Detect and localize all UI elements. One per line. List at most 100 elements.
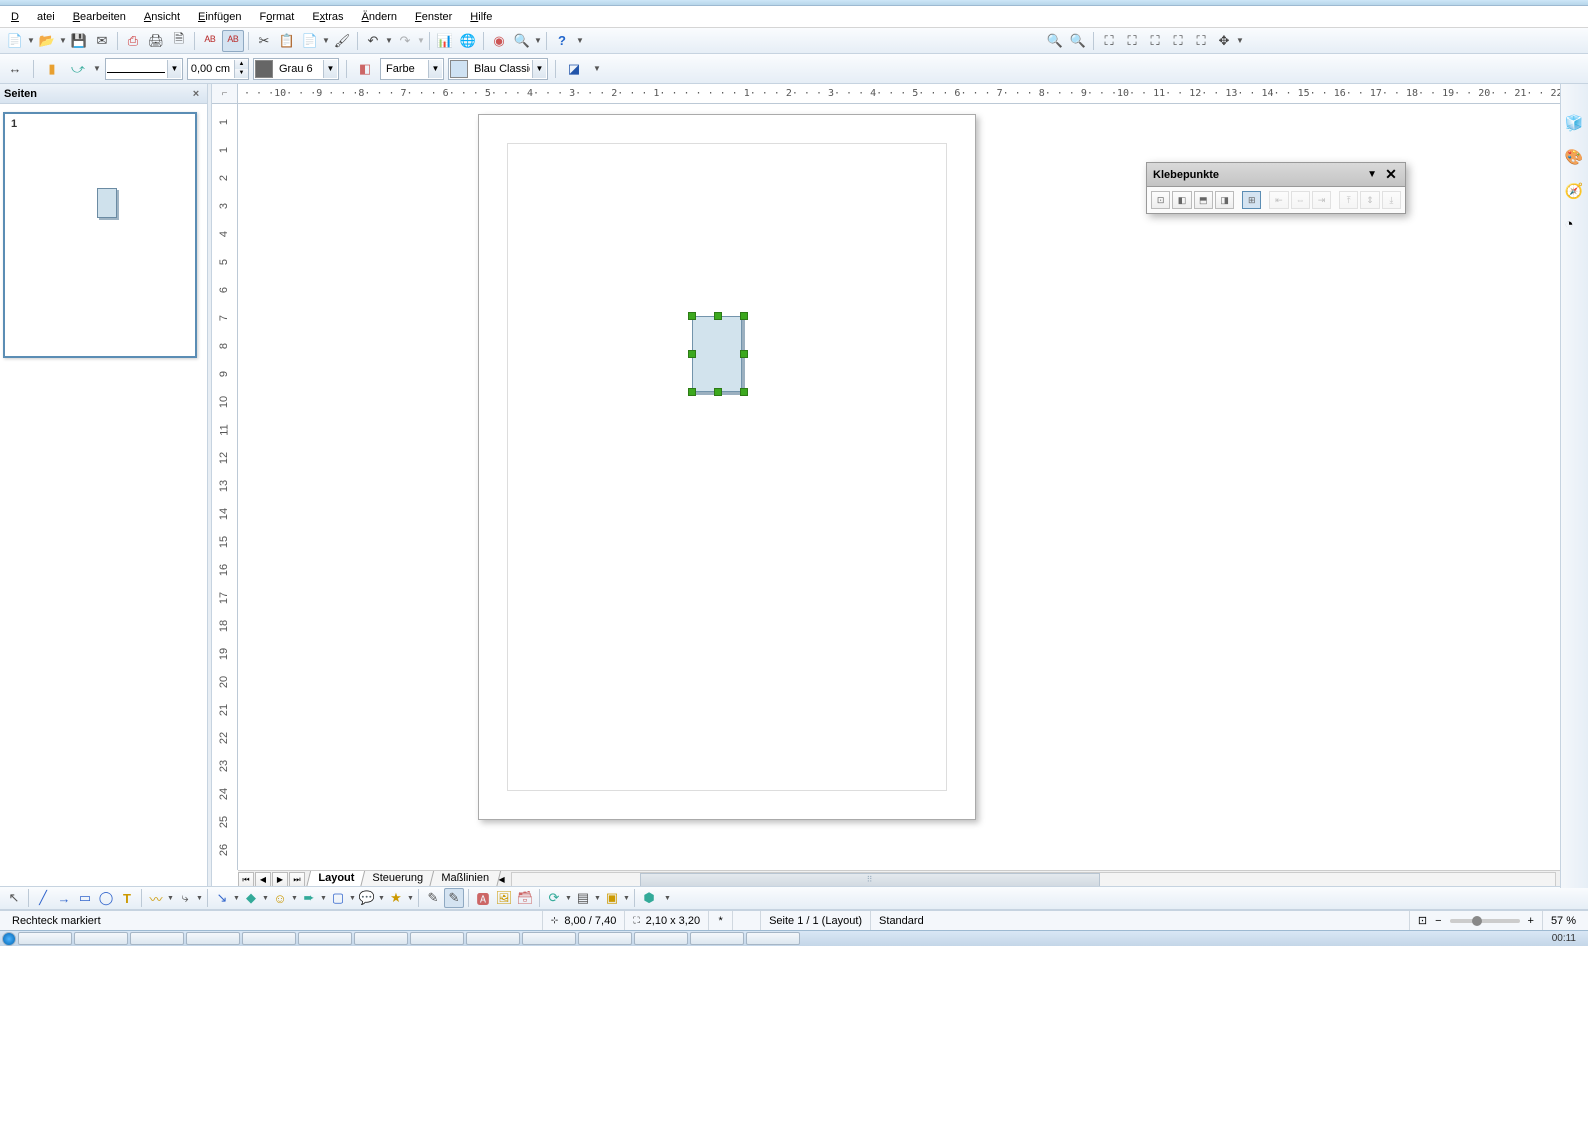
undo-dropdown[interactable]: ▼ [385,30,393,52]
zoom-slider-handle[interactable] [1472,916,1482,926]
horizontal-scrollbar-thumb[interactable]: ⠿ [640,873,1100,887]
redo-dropdown[interactable]: ▼ [417,30,425,52]
lines-arrows-dropdown[interactable]: ▼ [233,895,240,902]
open-button[interactable]: 📂 [36,30,58,52]
properties-panel-icon[interactable]: 🧊 [1565,114,1585,134]
gluepoints-titlebar[interactable]: Klebepunkte ▼ ✕ [1147,163,1405,187]
paste-dropdown[interactable]: ▼ [322,30,330,52]
toolbar2-overflow[interactable]: ▼ [593,58,601,80]
menu-aendern[interactable]: Ändern [353,8,406,26]
glue-valign-bottom-button[interactable]: ⤓ [1382,191,1401,209]
hyperlink-button[interactable]: 🌐 [457,30,479,52]
cut-button[interactable]: ✂ [253,30,275,52]
glue-relative-button[interactable]: ⊞ [1242,191,1261,209]
drawing-canvas[interactable]: Klebepunkte ▼ ✕ ⊡ ◧ ⬒ ◨ ⊞ ⇤ ⇔ ⇥ [238,104,1570,870]
connector-tool[interactable]: ⤷ [175,888,195,908]
status-page[interactable]: Seite 1 / 1 (Layout) [761,911,871,930]
connector-tool-dropdown[interactable]: ▼ [196,895,203,902]
taskbar-app-2[interactable] [18,932,72,945]
curve-tool[interactable]: 〰 [146,888,166,908]
zoom-object-button[interactable]: ⛶ [1190,30,1212,52]
zoom-pan-button[interactable]: ✥ [1213,30,1235,52]
gluepoints-menu-icon[interactable]: ▼ [1367,169,1377,180]
line-width-spinner[interactable]: ▲▼ [187,58,249,80]
rectangle-tool[interactable]: ▭ [75,888,95,908]
symbol-shapes-tool[interactable]: ☺ [270,888,290,908]
menu-datei[interactable]: Datei [2,8,64,26]
ruler-corner[interactable]: ⌐ [212,84,238,104]
callout-dropdown[interactable]: ▼ [378,895,385,902]
taskbar-app-12[interactable] [578,932,632,945]
taskbar-app-13[interactable] [634,932,688,945]
ellipse-tool[interactable]: ◯ [96,888,116,908]
new-doc-button[interactable]: 📄 [4,30,26,52]
area-style-button[interactable]: ◧ [354,58,376,80]
resize-handle-e[interactable] [740,350,748,358]
format-paintbrush-button[interactable]: 🖌 [331,30,353,52]
spellcheck-button[interactable]: ᴬᴮ [199,30,221,52]
vertical-ruler[interactable]: 1123456789101112131415161718192021222324… [212,104,238,870]
taskbar-app-14[interactable] [690,932,744,945]
navigator-button[interactable]: ◉ [488,30,510,52]
basic-shapes-dropdown[interactable]: ▼ [262,895,269,902]
glue-valign-center-button[interactable]: ⇕ [1360,191,1379,209]
zoom-out-icon[interactable]: − [1435,915,1441,927]
redo-button[interactable]: ↷ [394,30,416,52]
resize-handle-w[interactable] [688,350,696,358]
glue-dir-right-button[interactable]: ◨ [1215,191,1234,209]
align-tool[interactable]: ▤ [573,888,593,908]
menu-fenster[interactable]: Fenster [406,8,461,26]
taskbar-app-11[interactable] [522,932,576,945]
taskbar-app-3[interactable] [74,932,128,945]
align-dropdown[interactable]: ▼ [594,895,601,902]
horizontal-ruler[interactable]: · · ·10· · ·9 · · ·8· · · 7· · · 6· · · … [238,84,1570,104]
arrange-tool[interactable]: ▣ [602,888,622,908]
taskbar-clock[interactable]: 00:11 [1552,933,1586,944]
zoom-slider[interactable] [1450,919,1520,923]
menu-extras[interactable]: Extras [303,8,352,26]
callout-tool[interactable]: 💬 [357,888,377,908]
drawing-toolbar-overflow[interactable]: ▼ [664,895,671,902]
taskbar-app-4[interactable] [130,932,184,945]
stars-dropdown[interactable]: ▼ [407,895,414,902]
glue-valign-top-button[interactable]: ⤒ [1339,191,1358,209]
undo-button[interactable]: ↶ [362,30,384,52]
taskbar-app-10[interactable] [466,932,520,945]
zoom-button[interactable]: 🔍 [511,30,533,52]
glue-dir-left-button[interactable]: ◧ [1172,191,1191,209]
pages-panel-close[interactable]: × [189,87,203,101]
arrow-style-button[interactable]: ↔ [4,58,26,80]
stars-tool[interactable]: ★ [386,888,406,908]
zoom-out-button[interactable]: 🔍 [1067,30,1089,52]
zoom-100-button[interactable]: ⛶ [1098,30,1120,52]
selected-rectangle-shape[interactable] [692,316,742,392]
navigator-panel-icon[interactable]: 🧭 [1565,182,1585,202]
new-doc-dropdown[interactable]: ▼ [27,30,35,52]
menu-bearbeiten[interactable]: Bearbeiten [64,8,135,26]
line-style-button[interactable]: ▮ [41,58,63,80]
lines-arrows-tool[interactable]: ↘ [212,888,232,908]
gallery-tool[interactable]: 🗃 [515,888,535,908]
resize-handle-sw[interactable] [688,388,696,396]
line-width-input[interactable] [188,63,234,75]
fill-color-combo[interactable]: Blau Classic ▼ [448,58,548,80]
line-tool[interactable]: ╱ [33,888,53,908]
line-style-combo[interactable]: ▼ [105,58,183,80]
zoom-page-button[interactable]: ⛶ [1121,30,1143,52]
flowchart-dropdown[interactable]: ▼ [349,895,356,902]
basic-shapes-tool[interactable]: ◆ [241,888,261,908]
zoom-width-button[interactable]: ⛶ [1144,30,1166,52]
gluepoints-edit-tool[interactable]: ✎ [444,888,464,908]
menu-hilfe[interactable]: Hilfe [461,8,501,26]
chart-button[interactable]: 📊 [434,30,456,52]
select-tool[interactable]: ↖ [4,888,24,908]
flowchart-tool[interactable]: ▢ [328,888,348,908]
glue-dir-top-button[interactable]: ⬒ [1194,191,1213,209]
status-template[interactable]: Standard [871,911,1410,930]
gallery-panel-icon[interactable]: 🎨 [1565,148,1585,168]
email-button[interactable]: ✉ [91,30,113,52]
block-arrows-tool[interactable]: ➨ [299,888,319,908]
page-thumbnail-1[interactable]: 1 [3,112,197,358]
glue-insert-button[interactable]: ⊡ [1151,191,1170,209]
pages-thumbnail-list[interactable]: 1 [0,104,207,888]
